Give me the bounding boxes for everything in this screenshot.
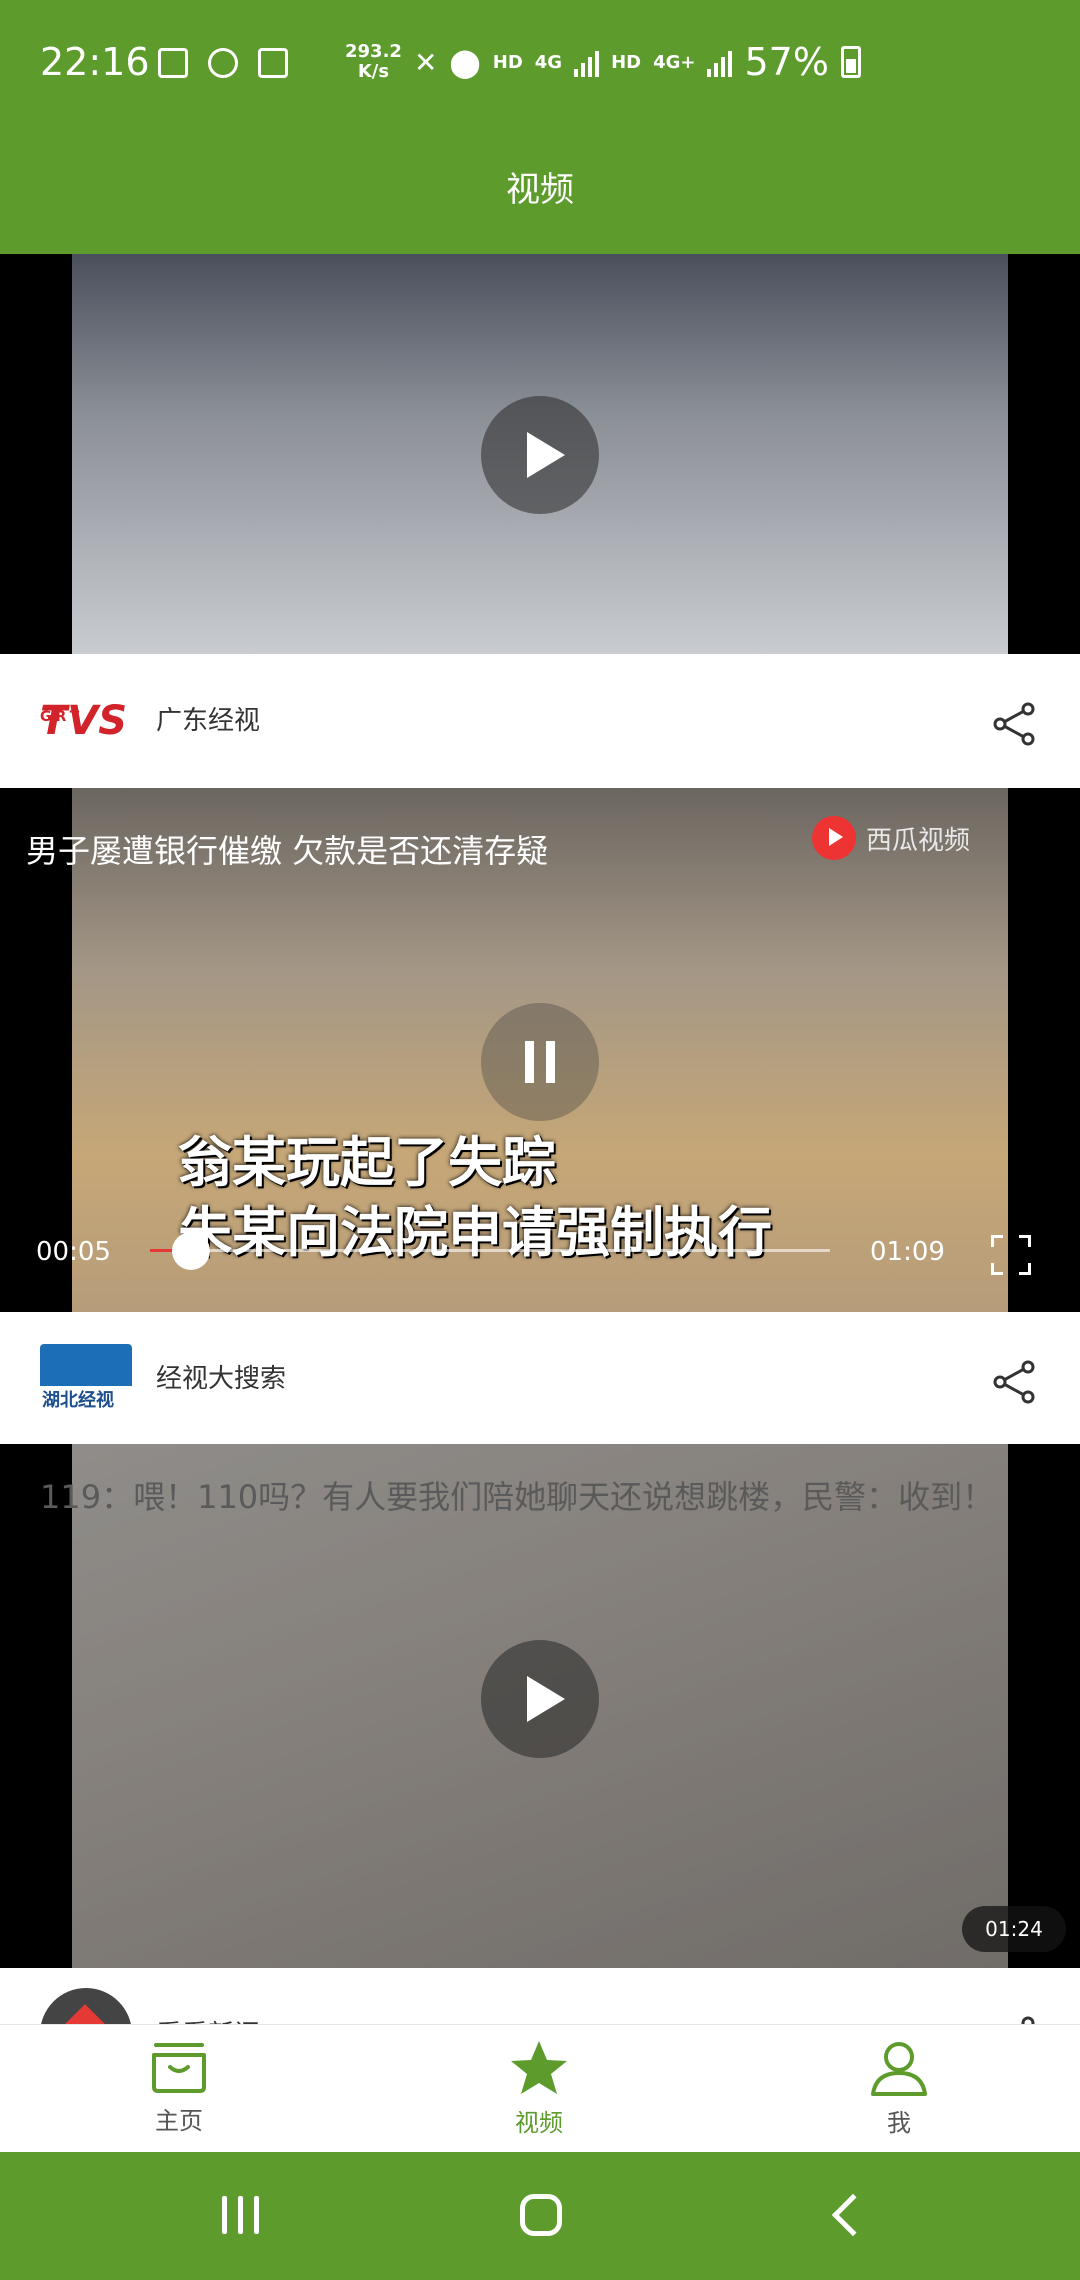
progress-thumb[interactable] xyxy=(171,1232,210,1270)
battery-percent: 57% xyxy=(744,40,829,84)
nav-me[interactable]: 我 xyxy=(809,2025,989,2153)
app-header: 视频 xyxy=(0,132,1080,254)
source-logo: GRT TVS xyxy=(40,698,128,744)
video-player-2[interactable]: 男子屡遭银行催缴 欠款是否还清存疑 西瓜视频 翁某玩起了失踪 朱某向法院申请强制… xyxy=(0,788,1080,1312)
status-time: 22:16 xyxy=(40,40,150,84)
video-feed[interactable]: GRT TVS 广东经视 男子屡遭银行催缴 欠款是否还清存疑 西瓜视频 翁某玩起… xyxy=(0,254,1080,2024)
xigua-logo-icon xyxy=(812,816,856,860)
hd-badge-2: HD xyxy=(611,51,642,73)
duration-badge: 01:24 xyxy=(962,1906,1066,1952)
bottom-nav: 主页 视频 我 xyxy=(0,2024,1080,2152)
location-icon: ⬤ xyxy=(449,45,481,79)
nav-home[interactable]: 主页 xyxy=(89,2025,269,2153)
nav-home-label: 主页 xyxy=(155,2107,203,2135)
total-time: 01:09 xyxy=(870,1237,945,1267)
video-source-row: 看看新闻 xyxy=(0,1968,1080,2024)
video-source-row: GRT TVS 广东经视 xyxy=(0,654,1080,788)
screen-record-notification-icon xyxy=(258,48,288,78)
back-icon[interactable] xyxy=(831,2193,875,2237)
play-icon[interactable] xyxy=(481,1640,599,1758)
play-icon[interactable] xyxy=(481,396,599,514)
net-speed: 293.2 K/s xyxy=(345,41,402,82)
progress-bar[interactable] xyxy=(150,1232,830,1270)
home-box-icon xyxy=(152,2043,206,2093)
system-nav-bar xyxy=(0,2152,1080,2280)
source-logo xyxy=(40,1988,132,2024)
video-player-3[interactable]: 119：喂！110吗？有人要我们陪她聊天还说想跳楼，民警：收到！ 01:24 xyxy=(0,1444,1080,1968)
star-icon xyxy=(511,2041,567,2094)
accessibility-notification-icon xyxy=(208,48,238,78)
video-title: 119：喂！110吗？有人要我们陪她聊天还说想跳楼，民警：收到！ xyxy=(40,1478,995,1516)
user-icon xyxy=(871,2042,927,2096)
network-type-2: 4G+ xyxy=(653,51,696,73)
video-source-row: 湖北经视 经视大搜索 xyxy=(0,1312,1080,1446)
network-type: 4G xyxy=(534,51,563,73)
status-bar: 22:16 293.2 K/s ✕ ⬤ HD 4G HD 4G+ 57% xyxy=(0,0,1080,132)
subtitle-line-2: 朱某向法院申请强制执行 xyxy=(178,1201,772,1264)
subtitle-line-1: 翁某玩起了失踪 xyxy=(178,1131,556,1194)
share-icon[interactable] xyxy=(990,2016,1038,2024)
source-name: 经视大搜索 xyxy=(156,1364,287,1394)
source-name: 广东经视 xyxy=(156,706,261,736)
current-time: 00:05 xyxy=(36,1237,111,1267)
vibrate-icon: ✕ xyxy=(413,45,438,79)
pause-icon[interactable] xyxy=(481,1003,599,1121)
video-player-1[interactable] xyxy=(0,254,1080,654)
nav-video[interactable]: 视频 xyxy=(449,2025,629,2153)
signal-icon-2 xyxy=(707,47,733,77)
signal-icon xyxy=(574,47,600,77)
share-icon[interactable] xyxy=(990,1360,1038,1404)
hd-badge: HD xyxy=(492,51,523,73)
system-status: 293.2 K/s ✕ ⬤ HD 4G HD 4G+ 57% xyxy=(345,40,861,84)
source-name: 看看新闻 xyxy=(156,2014,260,2024)
share-icon[interactable] xyxy=(990,702,1038,746)
nav-video-label: 视频 xyxy=(515,2109,563,2137)
nav-me-label: 我 xyxy=(887,2109,911,2137)
notification-icons xyxy=(158,48,288,78)
watermark: 西瓜视频 xyxy=(812,816,970,860)
home-icon[interactable] xyxy=(520,2194,562,2236)
fullscreen-icon[interactable] xyxy=(991,1235,1031,1275)
image-notification-icon xyxy=(158,48,188,78)
page-title: 视频 xyxy=(506,170,574,210)
recent-apps-icon[interactable] xyxy=(222,2196,262,2236)
source-logo: 湖北经视 xyxy=(40,1344,132,1414)
video-title: 男子屡遭银行催缴 欠款是否还清存疑 xyxy=(26,832,549,870)
battery-icon xyxy=(840,46,861,78)
